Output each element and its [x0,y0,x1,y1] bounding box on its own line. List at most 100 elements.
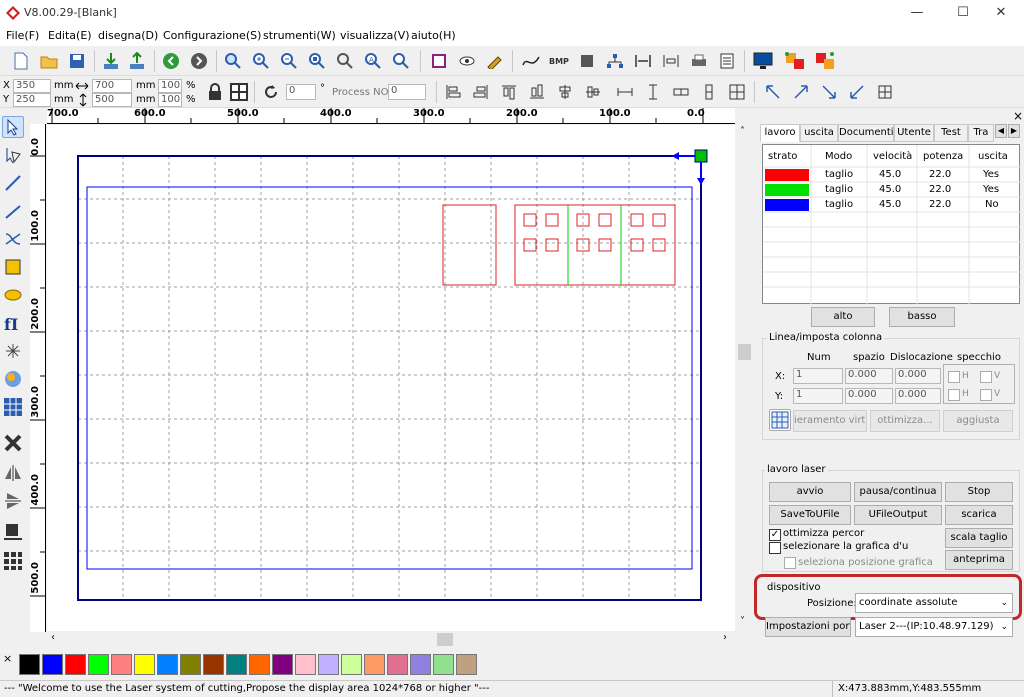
palette-color[interactable] [226,654,247,675]
array-x-disloc[interactable]: 0.000 [895,368,941,384]
pen-icon[interactable] [484,50,506,72]
frame-icon[interactable] [428,50,450,72]
pause-continue-button[interactable]: pausa/continua [854,482,942,502]
grid-toggle-icon[interactable] [228,81,250,103]
line-tool-icon[interactable] [2,172,24,194]
download-button[interactable]: scarica [945,505,1013,525]
menu-tools[interactable]: strumenti(W) [263,29,336,42]
mirror-x-v-checkbox[interactable] [980,371,992,383]
tab-documenti[interactable]: Documenti [838,124,894,142]
palette-color[interactable] [111,654,132,675]
zoom-window-icon[interactable] [222,50,244,72]
palette-color[interactable] [272,654,293,675]
palette-color[interactable] [42,654,63,675]
ufile-output-button[interactable]: UFileOutput [854,505,942,525]
equal-space-v-icon[interactable] [698,81,720,103]
tab-tra[interactable]: Tra [968,124,994,142]
array-y-space[interactable]: 0.000 [845,388,893,404]
curve-icon[interactable] [520,50,542,72]
scroll-up-icon[interactable]: ˄ [740,126,745,137]
bmp-icon[interactable]: BMP [548,50,570,72]
palette-color[interactable] [387,654,408,675]
origin-top-right-icon[interactable] [790,81,812,103]
menu-draw[interactable]: disegna(D) [98,29,158,42]
scale-y-field[interactable]: 100 [158,93,182,107]
align-left-icon[interactable] [442,81,464,103]
monitor-icon[interactable] [752,50,774,72]
stop-button[interactable]: Stop [945,482,1013,502]
scroll-down-icon[interactable]: ˅ [740,616,745,627]
zoom-page-icon[interactable] [306,50,328,72]
select-position-checkbox[interactable] [784,557,796,569]
menu-config[interactable]: Configurazione(S) [163,29,261,42]
export-icon[interactable] [126,50,148,72]
align-right-icon[interactable] [470,81,492,103]
delete-tool-icon[interactable] [2,432,24,454]
palette-color[interactable] [364,654,385,675]
optimize-button[interactable]: ottimizza... [870,410,940,432]
point-tool-icon[interactable] [2,340,24,362]
zoom-all-icon[interactable] [334,50,356,72]
align-top-icon[interactable] [498,81,520,103]
tab-utente[interactable]: Utente [894,124,934,142]
tab-test[interactable]: Test [934,124,968,142]
list-icon[interactable] [716,50,738,72]
import-icon[interactable] [100,50,122,72]
zoom-real-icon[interactable] [390,50,412,72]
array-y-num[interactable]: 1 [793,388,843,404]
palette-close-icon[interactable]: × [3,652,12,665]
menu-edit[interactable]: Edita(E) [48,29,92,42]
array-x-num[interactable]: 1 [793,368,843,384]
save-to-ufile-button[interactable]: SaveToUFile [769,505,851,525]
align-tool-icon[interactable] [2,520,24,542]
palette-color[interactable] [157,654,178,675]
select-graphic-checkbox[interactable] [769,542,781,554]
align-h-icon[interactable] [632,50,654,72]
layer-table[interactable]: strato Modo velocità potenza uscita tagl… [762,144,1021,305]
node-edit-tool-icon[interactable] [2,144,24,166]
y-position-field[interactable]: 250 [13,93,51,107]
zoom-in-icon[interactable] [250,50,272,72]
close-button[interactable]: ✕ [978,0,1024,26]
redo-icon[interactable] [188,50,210,72]
node-icon[interactable] [604,50,626,72]
select-tool-icon[interactable] [2,116,24,138]
palette-color[interactable] [65,654,86,675]
center-h-icon[interactable] [554,81,576,103]
x-position-field[interactable]: 350 [13,79,51,93]
text-tool-icon[interactable]: fI [2,312,24,334]
adjust-button[interactable]: aggiusta [943,410,1013,432]
rotate-icon[interactable] [260,81,282,103]
palette-color[interactable] [88,654,109,675]
ellipse-tool-icon[interactable] [2,284,24,306]
menu-help[interactable]: aiuto(H) [411,29,456,42]
scroll-left-icon[interactable]: ‹ [51,632,55,643]
origin-bottom-left-icon[interactable] [846,81,868,103]
port-select[interactable]: Laser 2---(IP:10.48.97.129) ⌄ [855,617,1013,637]
open-folder-icon[interactable] [38,50,60,72]
position-select[interactable]: coordinate assolute ⌄ [855,593,1013,613]
menu-file[interactable]: File(F) [6,29,39,42]
array-tool-icon[interactable] [2,396,24,418]
palette-color[interactable] [318,654,339,675]
vertical-scrollbar[interactable]: ˄ ˅ [736,124,753,632]
process-no-field[interactable]: 0 [388,84,426,100]
layer-color-1-icon[interactable] [784,50,806,72]
array-x-space[interactable]: 0.000 [845,368,893,384]
mirror-h-tool-icon[interactable] [2,462,24,484]
tab-lavoro[interactable]: lavoro [760,124,800,142]
new-file-icon[interactable] [10,50,32,72]
same-height-icon[interactable] [642,81,664,103]
lock-icon[interactable] [204,81,226,103]
palette-color[interactable] [341,654,362,675]
scroll-right-icon[interactable]: › [723,632,727,643]
width-field[interactable]: 700 [92,79,132,93]
preview-button[interactable]: anteprima [945,550,1013,570]
palette-color[interactable] [180,654,201,675]
align-bottom-icon[interactable] [526,81,548,103]
panel-close-icon[interactable]: × [1013,109,1023,123]
palette-color[interactable] [134,654,155,675]
port-settings-button[interactable]: Impostazioni porta [765,617,851,637]
scale-x-field[interactable]: 100 [158,79,182,93]
layer-up-button[interactable]: alto [811,307,875,327]
